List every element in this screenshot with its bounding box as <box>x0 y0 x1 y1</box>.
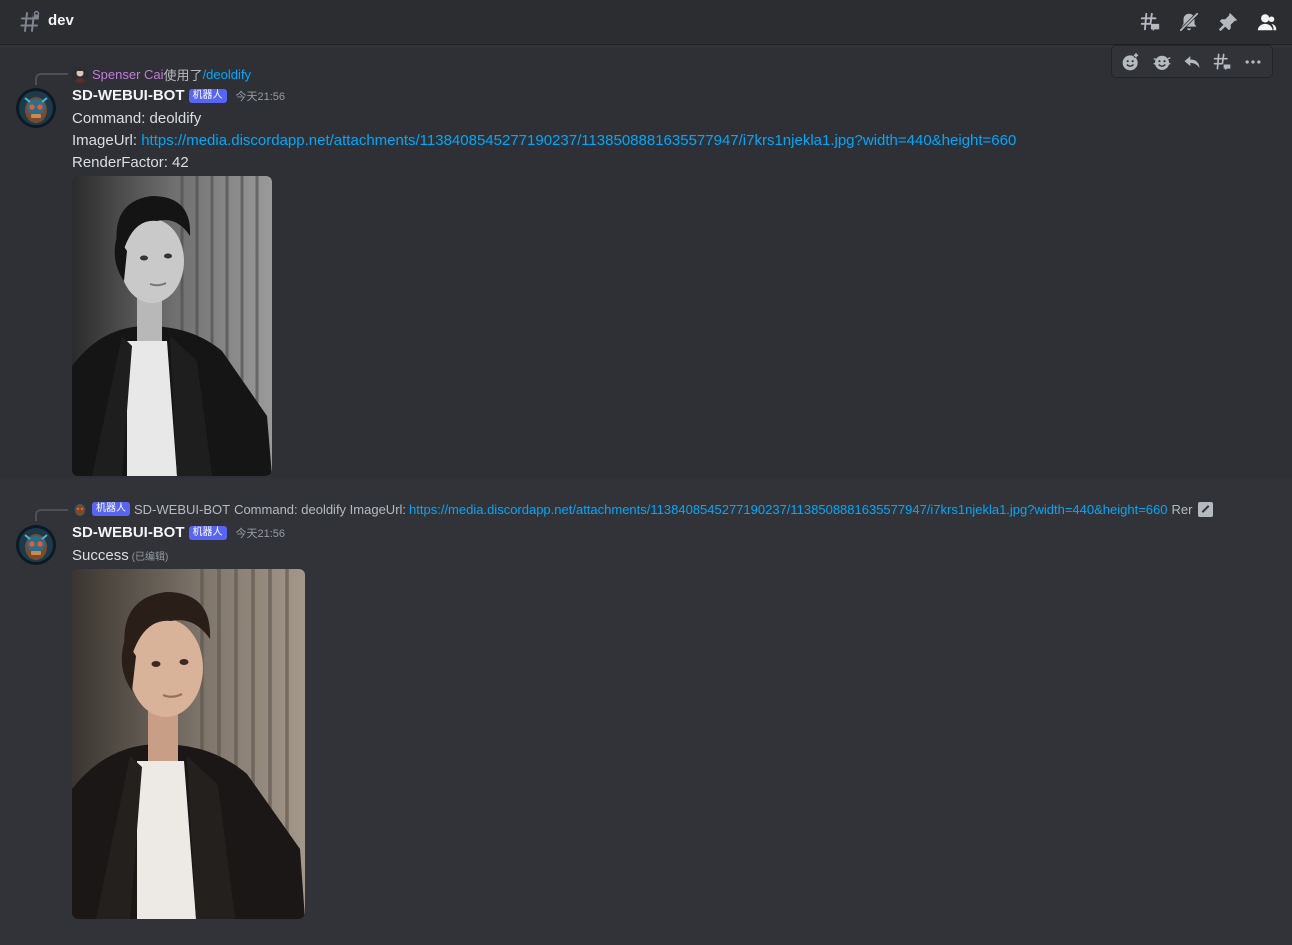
imageurl-link[interactable]: https://media.discordapp.net/attachments… <box>141 132 1016 149</box>
bot-avatar-mini <box>72 501 88 517</box>
add-reaction-button[interactable] <box>1116 48 1146 76</box>
pin-icon <box>1218 12 1237 32</box>
bot-tag: 机器人 <box>188 525 227 540</box>
robot-avatar-icon <box>16 525 56 565</box>
threads-button[interactable] <box>1130 9 1169 35</box>
message-content: Success (已编辑) <box>72 547 168 564</box>
message-header: SD-WEBUI-BOT 机器人 今天21:56 <box>72 524 285 541</box>
message-line-imageurl: ImageUrl: https://media.discordapp.net/a… <box>72 132 1016 149</box>
create-thread-icon <box>1214 53 1231 70</box>
text-channel-hash-icon <box>20 10 40 32</box>
user-avatar-mini <box>72 66 88 83</box>
header-toolbar <box>1130 9 1286 35</box>
edited-label: (已编辑) <box>131 552 169 563</box>
bot-avatar[interactable] <box>16 525 56 565</box>
grayscale-portrait-image <box>72 176 272 476</box>
mute-channel-button[interactable] <box>1169 9 1208 35</box>
message-item: 机器人 SD-WEBUI-BOT Command: deoldify Image… <box>0 478 1292 945</box>
message-timestamp[interactable]: 今天21:56 <box>236 525 286 541</box>
reply-username[interactable]: Spenser Cai <box>92 67 164 82</box>
members-icon <box>1257 14 1276 31</box>
super-reaction-icon <box>1153 55 1171 70</box>
reply-reference[interactable]: Spenser Cai 使用了 /deoldify <box>72 65 251 84</box>
create-thread-button[interactable] <box>1207 48 1237 76</box>
reply-button[interactable] <box>1177 48 1207 76</box>
more-icon <box>1245 59 1261 64</box>
author-name[interactable]: SD-WEBUI-BOT <box>72 87 185 104</box>
message-header: SD-WEBUI-BOT 机器人 今天21:56 <box>72 87 285 104</box>
channel-name: dev <box>48 12 74 29</box>
reply-reference[interactable]: 机器人 SD-WEBUI-BOT Command: deoldify Image… <box>72 501 1214 517</box>
message-line-render-factor: RenderFactor: 42 <box>72 154 189 171</box>
message-item: Spenser Cai 使用了 /deoldify SD-WEBUI-BOT 机… <box>0 45 1292 478</box>
reply-used-text: 使用了 <box>163 68 203 83</box>
colorized-portrait-image <box>72 569 305 919</box>
member-list-button[interactable] <box>1247 9 1286 35</box>
image-attachment[interactable] <box>72 569 305 919</box>
message-timestamp[interactable]: 今天21:56 <box>236 88 286 104</box>
author-name[interactable]: SD-WEBUI-BOT <box>72 524 185 541</box>
edited-attachment-icon <box>1198 501 1214 517</box>
imageurl-label: ImageUrl: <box>72 132 142 149</box>
more-options-button[interactable] <box>1238 48 1268 76</box>
reply-username[interactable]: SD-WEBUI-BOT <box>134 502 230 517</box>
reply-preview-link[interactable]: https://media.discordapp.net/attachments… <box>409 502 1167 517</box>
channel-header: dev <box>0 0 1292 45</box>
robot-avatar-icon <box>16 88 56 128</box>
message-text: Success <box>72 547 129 564</box>
bell-muted-icon <box>1179 12 1198 32</box>
reply-icon <box>1184 55 1200 68</box>
threads-icon <box>1140 12 1159 32</box>
message-hover-toolbar <box>1111 45 1273 78</box>
reply-connector <box>35 509 68 521</box>
super-reaction-button[interactable] <box>1146 48 1176 76</box>
slash-command-name[interactable]: /deoldify <box>203 67 251 82</box>
reply-bot-tag: 机器人 <box>92 502 130 516</box>
message-line-command: Command: deoldify <box>72 110 202 127</box>
add-reaction-icon <box>1122 52 1139 70</box>
reply-preview-text: Command: deoldify ImageUrl: <box>234 501 407 517</box>
bot-tag: 机器人 <box>188 88 227 103</box>
image-attachment[interactable] <box>72 176 272 476</box>
pinned-messages-button[interactable] <box>1208 9 1247 35</box>
reply-connector <box>35 73 68 85</box>
bot-avatar[interactable] <box>16 88 56 128</box>
reply-preview-tail: Rer <box>1171 501 1193 517</box>
